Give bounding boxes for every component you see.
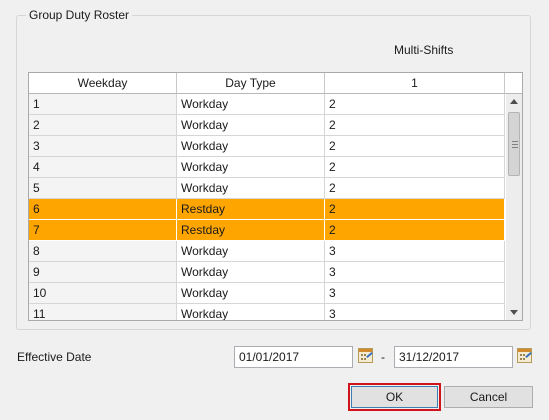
day-type-cell[interactable]: Restday [177, 199, 325, 220]
weekday-cell[interactable]: 7 [29, 220, 177, 241]
weekday-cell[interactable]: 3 [29, 136, 177, 157]
weekday-cell[interactable]: 11 [29, 304, 177, 320]
column-header-day-type[interactable]: Day Type [177, 73, 325, 93]
table-row[interactable]: 4 Workday 2 [29, 157, 505, 178]
table-row[interactable]: 2 Workday 2 [29, 115, 505, 136]
column-header-weekday[interactable]: Weekday [29, 73, 177, 93]
weekday-cell[interactable]: 9 [29, 262, 177, 283]
day-type-cell[interactable]: Workday [177, 157, 325, 178]
table-row[interactable]: 11 Workday 3 [29, 304, 505, 320]
day-type-cell[interactable]: Workday [177, 283, 325, 304]
shift-cell[interactable]: 2 [325, 115, 505, 136]
shift-cell[interactable]: 2 [325, 157, 505, 178]
shift-cell[interactable]: 2 [325, 94, 505, 115]
vertical-scrollbar[interactable] [506, 94, 522, 320]
weekday-cell[interactable]: 1 [29, 94, 177, 115]
day-type-cell[interactable]: Workday [177, 94, 325, 115]
table-row[interactable]: 3 Workday 2 [29, 136, 505, 157]
effective-date-to-input[interactable] [394, 346, 513, 368]
calendar-icon[interactable] [517, 348, 532, 363]
shift-cell[interactable]: 3 [325, 283, 505, 304]
ok-button[interactable]: OK [348, 383, 441, 411]
effective-date-label: Effective Date [17, 350, 92, 364]
grid-header: Weekday Day Type 1 [29, 73, 522, 94]
shift-cell[interactable]: 2 [325, 220, 505, 241]
day-type-cell[interactable]: Workday [177, 115, 325, 136]
roster-grid: Weekday Day Type 1 1 Workday 2 2 Workday 2 3 Wo… [28, 72, 523, 321]
shift-cell[interactable]: 3 [325, 304, 505, 320]
weekday-cell[interactable]: 5 [29, 178, 177, 199]
weekday-cell[interactable]: 8 [29, 241, 177, 262]
day-type-cell[interactable]: Restday [177, 220, 325, 241]
weekday-cell[interactable]: 2 [29, 115, 177, 136]
day-type-cell[interactable]: Workday [177, 136, 325, 157]
scroll-down-icon[interactable] [506, 304, 522, 320]
column-header-shift-1[interactable]: 1 [325, 73, 505, 93]
weekday-cell[interactable]: 10 [29, 283, 177, 304]
day-type-cell[interactable]: Workday [177, 304, 325, 320]
shift-cell[interactable]: 2 [325, 199, 505, 220]
calendar-icon[interactable] [358, 348, 373, 363]
table-row[interactable]: 10 Workday 3 [29, 283, 505, 304]
shift-cell[interactable]: 2 [325, 136, 505, 157]
weekday-cell[interactable]: 6 [29, 199, 177, 220]
table-row[interactable]: 5 Workday 2 [29, 178, 505, 199]
multishift-title: Multi-Shifts [394, 43, 454, 57]
table-row[interactable]: 6 Restday 2 [29, 199, 505, 220]
weekday-cell[interactable]: 4 [29, 157, 177, 178]
group-title: Group Duty Roster [26, 8, 133, 22]
table-row[interactable]: 8 Workday 3 [29, 241, 505, 262]
table-row[interactable]: 7 Restday 2 [29, 220, 505, 241]
effective-date-from-input[interactable] [234, 346, 353, 368]
table-row[interactable]: 9 Workday 3 [29, 262, 505, 283]
shift-cell[interactable]: 2 [325, 178, 505, 199]
grid-rows: 1 Workday 2 2 Workday 2 3 Workday 2 4 Workday 2 5 Wor… [29, 94, 505, 320]
date-range-separator: - [381, 350, 385, 364]
table-row[interactable]: 1 Workday 2 [29, 94, 505, 115]
day-type-cell[interactable]: Workday [177, 262, 325, 283]
shift-cell[interactable]: 3 [325, 241, 505, 262]
day-type-cell[interactable]: Workday [177, 178, 325, 199]
cancel-button[interactable]: Cancel [444, 386, 533, 408]
shift-cell[interactable]: 3 [325, 262, 505, 283]
scroll-up-icon[interactable] [506, 94, 522, 110]
scrollbar-thumb[interactable] [508, 112, 520, 176]
day-type-cell[interactable]: Workday [177, 241, 325, 262]
